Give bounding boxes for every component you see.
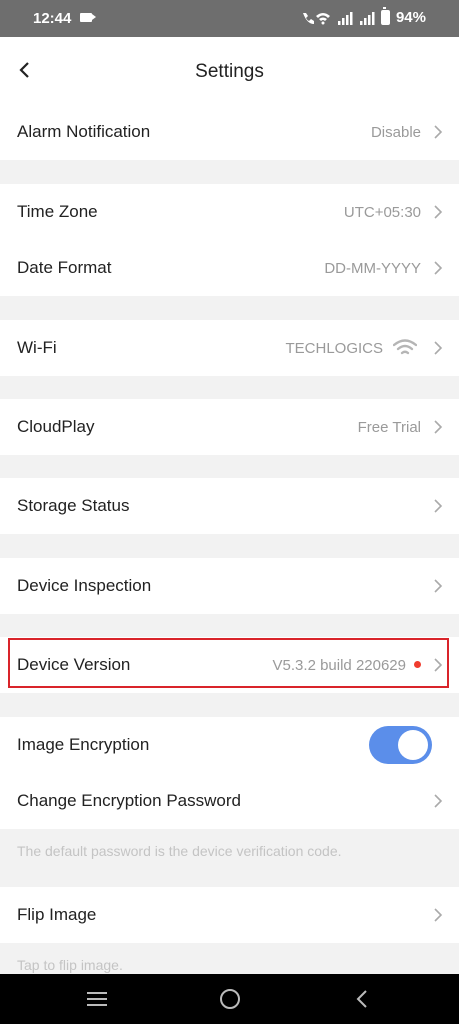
- device-inspection-label: Device Inspection: [17, 576, 152, 595]
- system-back-button[interactable]: [349, 986, 375, 1012]
- date-format-value: DD-MM-YYYY: [324, 259, 421, 277]
- flip-image-row[interactable]: Flip Image: [0, 887, 459, 943]
- system-nav-bar: [0, 974, 459, 1024]
- alarm-notification-row[interactable]: Alarm Notification Disable: [0, 104, 459, 160]
- date-format-row[interactable]: Date Format DD-MM-YYYY: [0, 240, 459, 296]
- status-bar: 12:44 94%: [0, 0, 459, 37]
- chevron-right-icon: [434, 908, 443, 922]
- image-encryption-row: Image Encryption: [0, 717, 459, 773]
- change-encryption-password-label: Change Encryption Password: [17, 791, 241, 810]
- image-encryption-toggle[interactable]: [369, 726, 432, 764]
- chevron-right-icon: [434, 341, 443, 355]
- video-record-icon: [80, 13, 96, 22]
- encryption-password-hint: The default password is the device verif…: [17, 843, 342, 859]
- page-title: Settings: [195, 61, 264, 82]
- home-button[interactable]: [217, 986, 243, 1012]
- cloudplay-row[interactable]: CloudPlay Free Trial: [0, 399, 459, 455]
- status-time: 12:44: [33, 10, 72, 27]
- chevron-right-icon: [434, 205, 443, 219]
- wifi-label: Wi-Fi: [17, 338, 57, 357]
- home-icon: [220, 989, 240, 1009]
- chevron-right-icon: [434, 261, 443, 275]
- recent-apps-button[interactable]: [84, 986, 110, 1012]
- battery-icon: [380, 7, 390, 25]
- highlight-box: [8, 638, 449, 688]
- chevron-right-icon: [434, 794, 443, 808]
- battery-percent: 94%: [395, 9, 426, 26]
- storage-status-label: Storage Status: [17, 496, 130, 515]
- wifi-icon: [393, 339, 417, 355]
- toggle-knob: [398, 730, 428, 760]
- flip-image-label: Flip Image: [17, 905, 97, 924]
- alarm-notification-value: Disable: [370, 123, 421, 141]
- time-zone-value: UTC+05:30: [343, 203, 421, 221]
- menu-icon: [87, 992, 107, 1006]
- alarm-notification-label: Alarm Notification: [17, 122, 151, 141]
- date-format-label: Date Format: [17, 258, 112, 277]
- wifi-row[interactable]: Wi-Fi TECHLOGICS: [0, 320, 459, 376]
- wifi-network-value: TECHLOGICS: [285, 339, 383, 357]
- cloudplay-label: CloudPlay: [17, 417, 95, 436]
- app-header: Settings: [0, 37, 459, 104]
- signal-icon-2: [359, 11, 375, 25]
- time-zone-row[interactable]: Time Zone UTC+05:30: [0, 184, 459, 240]
- time-zone-label: Time Zone: [17, 202, 98, 221]
- signal-icon: [337, 11, 353, 25]
- image-encryption-label: Image Encryption: [17, 735, 150, 754]
- wifi-calling-icon: [301, 10, 331, 26]
- storage-status-row[interactable]: Storage Status: [0, 478, 459, 534]
- chevron-right-icon: [434, 499, 443, 513]
- chevron-right-icon: [434, 125, 443, 139]
- back-icon: [356, 990, 367, 1008]
- device-inspection-row[interactable]: Device Inspection: [0, 558, 459, 614]
- change-encryption-password-row[interactable]: Change Encryption Password: [0, 773, 459, 829]
- chevron-right-icon: [434, 420, 443, 434]
- chevron-right-icon: [434, 579, 443, 593]
- status-icons: 94%: [301, 7, 426, 26]
- cloudplay-value: Free Trial: [357, 418, 421, 436]
- flip-image-hint: Tap to flip image.: [17, 957, 123, 973]
